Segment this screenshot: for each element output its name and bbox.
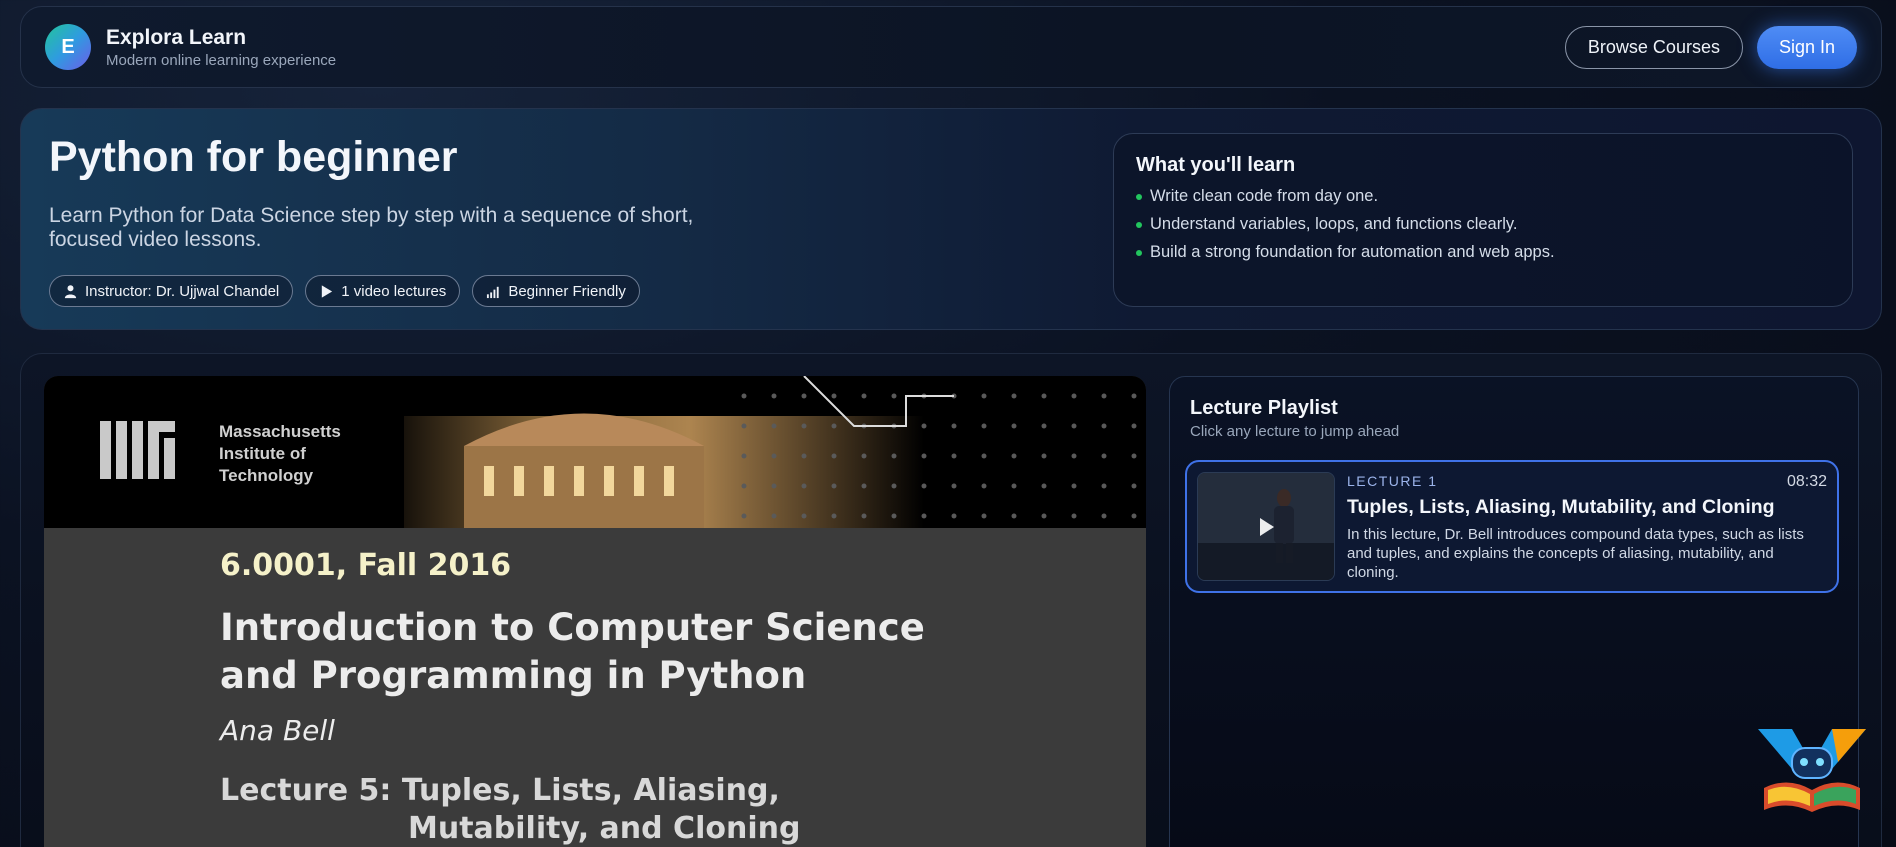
course-title: Python for beginner bbox=[49, 133, 458, 181]
instructor-label: Instructor: Dr. Ujjwal Chandel bbox=[85, 282, 280, 300]
browse-courses-button[interactable]: Browse Courses bbox=[1564, 25, 1743, 69]
bullet-dot bbox=[1136, 221, 1142, 228]
learn-list: Write clean code from day one. Understan… bbox=[1136, 187, 1830, 262]
level-chip: Beginner Friendly bbox=[472, 275, 640, 307]
person-icon bbox=[64, 284, 77, 298]
learn-item: Write clean code from day one. bbox=[1136, 187, 1830, 206]
play-overlay-icon[interactable] bbox=[1255, 516, 1277, 538]
brand-title[interactable]: Explora Learn bbox=[106, 26, 336, 50]
brand: Explora Learn Modern online learning exp… bbox=[106, 26, 336, 69]
slide-title-line: and Programming in Python bbox=[220, 654, 807, 697]
lecture-duration: 08:32 bbox=[1786, 473, 1827, 490]
logo-letter: E bbox=[61, 35, 75, 58]
lecture-count-label: 1 video lectures bbox=[341, 282, 447, 300]
sign-in-button[interactable]: Sign In bbox=[1756, 25, 1857, 69]
institution-line: Massachusetts bbox=[219, 422, 341, 441]
lecture-playlist: Lecture Playlist Click any lecture to ju… bbox=[1169, 376, 1859, 847]
lecture-number: LECTURE 1 bbox=[1347, 473, 1438, 489]
slide-lecture-line: Mutability, and Cloning bbox=[408, 811, 801, 846]
signal-bars-icon bbox=[487, 286, 499, 298]
course-hero: Python for beginner Learn Python for Dat… bbox=[20, 108, 1882, 330]
video-slide-banner: Massachusetts Institute of Technology bbox=[44, 376, 1146, 528]
slide-lecture-title: Lecture 5: Tuples, Lists, Aliasing, Muta… bbox=[220, 772, 800, 847]
slide-lecture-line: Lecture 5: Tuples, Lists, Aliasing, bbox=[220, 773, 780, 808]
robot-mascot-icon[interactable] bbox=[1758, 724, 1866, 814]
slide-title: Introduction to Computer Science and Pro… bbox=[220, 604, 925, 700]
brand-logo[interactable]: E bbox=[45, 24, 91, 70]
slide-author: Ana Bell bbox=[220, 714, 335, 747]
lecture-thumbnail[interactable] bbox=[1197, 472, 1335, 581]
mit-name: Massachusetts Institute of Technology bbox=[219, 421, 341, 487]
course-description: Learn Python for Data Science step by st… bbox=[49, 204, 694, 251]
lecture-count-chip: 1 video lectures bbox=[305, 275, 461, 307]
top-navigation-bar: E Explora Learn Modern online learning e… bbox=[20, 6, 1882, 88]
header-actions: Browse Courses Sign In bbox=[1564, 25, 1857, 69]
video-player[interactable]: Massachusetts Institute of Technology 6.… bbox=[44, 376, 1146, 847]
playlist-subtitle: Click any lecture to jump ahead bbox=[1190, 423, 1400, 440]
learn-title: What you'll learn bbox=[1136, 154, 1296, 176]
learn-item: Build a strong foundation for automation… bbox=[1136, 243, 1830, 262]
brand-subtitle: Modern online learning experience bbox=[106, 51, 337, 69]
bullet-dot bbox=[1136, 249, 1142, 256]
bullet-dot bbox=[1136, 193, 1142, 200]
play-icon bbox=[322, 284, 333, 298]
what-youll-learn-card: What you'll learn Write clean code from … bbox=[1113, 133, 1853, 307]
mit-banner-graphic bbox=[100, 376, 1137, 528]
learn-item-text: Write clean code from day one. bbox=[1150, 187, 1379, 205]
lecture-title[interactable]: Tuples, Lists, Aliasing, Mutability, and… bbox=[1347, 496, 1775, 519]
slide-title-line: Introduction to Computer Science bbox=[220, 606, 925, 649]
playlist-item[interactable]: LECTURE 1 08:32 Tuples, Lists, Aliasing,… bbox=[1185, 460, 1839, 593]
slide-course-code: 6.0001, Fall 2016 bbox=[220, 548, 512, 583]
institution-line: Technology bbox=[219, 466, 314, 485]
lecture-description: In this lecture, Dr. Bell introduces com… bbox=[1347, 526, 1804, 581]
learn-item: Understand variables, loops, and functio… bbox=[1136, 215, 1830, 234]
playlist-title: Lecture Playlist bbox=[1190, 397, 1338, 419]
institution-line: Institute of bbox=[219, 444, 306, 463]
instructor-chip: Instructor: Dr. Ujjwal Chandel bbox=[49, 275, 294, 307]
level-label: Beginner Friendly bbox=[508, 282, 626, 300]
learn-item-text: Build a strong foundation for automation… bbox=[1150, 243, 1555, 261]
course-meta-chips: Instructor: Dr. Ujjwal Chandel 1 video l… bbox=[49, 275, 640, 307]
learn-item-text: Understand variables, loops, and functio… bbox=[1150, 215, 1518, 233]
